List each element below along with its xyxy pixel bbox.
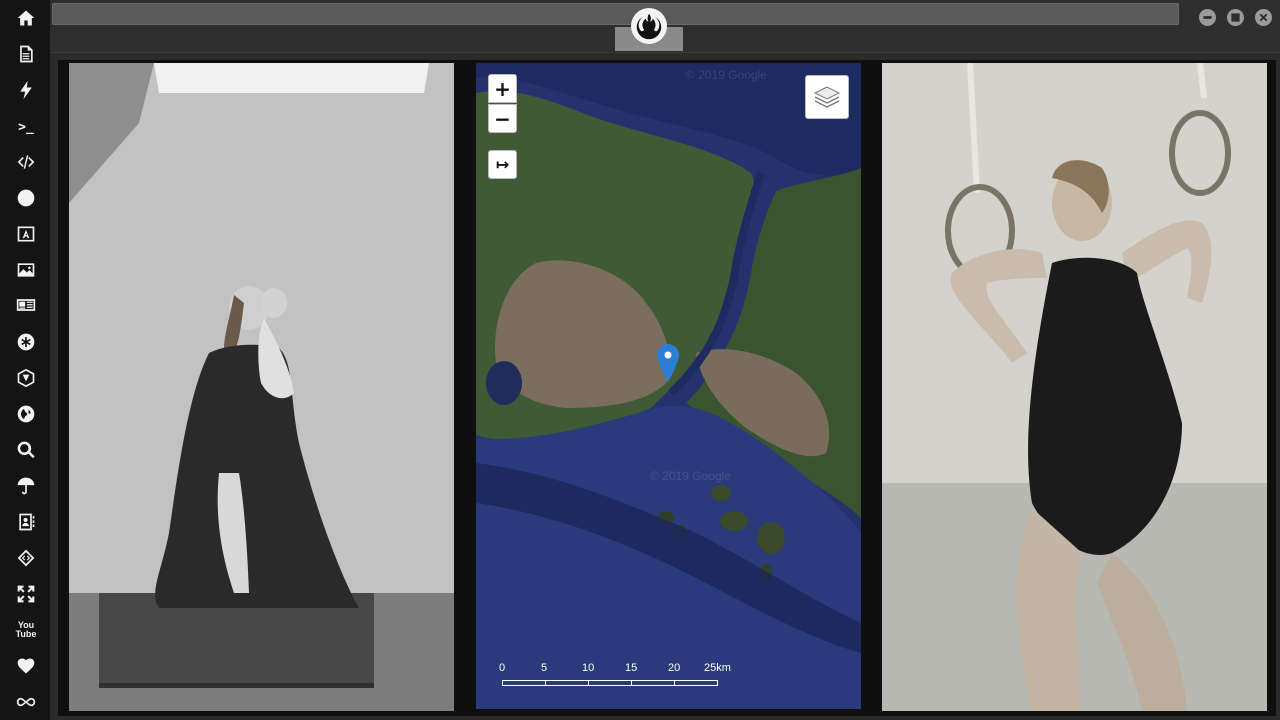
zoom-out-button[interactable]: − xyxy=(488,104,517,133)
terminal-label: >_ xyxy=(18,119,34,135)
play-icon[interactable] xyxy=(13,185,39,211)
map-copyright-top: © 2019 Google xyxy=(686,68,767,82)
expand-icon[interactable] xyxy=(13,581,39,607)
lightning-icon[interactable] xyxy=(13,77,39,103)
map-panel[interactable] xyxy=(476,63,861,709)
globe-icon[interactable] xyxy=(13,401,39,427)
minimize-icon xyxy=(1203,16,1212,19)
scale-label-15: 15 xyxy=(625,662,638,674)
photo-panel-right[interactable] xyxy=(882,63,1267,711)
rebel-logo-icon xyxy=(636,13,662,40)
code-icon[interactable] xyxy=(13,149,39,175)
search-icon[interactable] xyxy=(13,437,39,463)
photo-mother-child xyxy=(69,63,454,711)
maximize-button[interactable] xyxy=(1227,9,1244,26)
home-icon[interactable] xyxy=(13,5,39,31)
scale-tick xyxy=(674,680,675,686)
scale-tick xyxy=(631,680,632,686)
title-bar xyxy=(50,0,1280,53)
newspaper-icon[interactable] xyxy=(13,292,39,318)
zoom-in-button[interactable]: + xyxy=(488,74,517,103)
scale-label-20: 20 xyxy=(668,662,681,674)
translate-icon[interactable] xyxy=(13,221,39,247)
map-marker[interactable] xyxy=(657,344,679,382)
terminal-icon[interactable]: >_ xyxy=(13,114,39,140)
rebel-alliance-logo xyxy=(631,8,667,44)
youtube-label: You Tube xyxy=(15,620,37,639)
layers-button[interactable] xyxy=(805,75,849,119)
scale-label-0: 0 xyxy=(499,662,506,674)
minimize-button[interactable] xyxy=(1199,9,1216,26)
scale-label-5: 5 xyxy=(541,662,548,674)
map-scale-bar xyxy=(502,680,718,686)
hexagon-icon[interactable] xyxy=(13,365,39,391)
scale-tick xyxy=(588,680,589,686)
map-copyright-mid: © 2019 Google xyxy=(650,469,731,483)
scale-tick xyxy=(545,680,546,686)
scale-label-10: 10 xyxy=(582,662,595,674)
map-pin-icon xyxy=(657,344,679,382)
address-input[interactable] xyxy=(52,3,1179,25)
infinity-icon[interactable] xyxy=(13,689,39,715)
umbrella-icon[interactable] xyxy=(13,473,39,499)
scale-label-25km: 25km xyxy=(704,662,731,674)
close-icon xyxy=(1259,13,1268,22)
fullscreen-toggle-button[interactable]: ↦ xyxy=(488,150,517,179)
heart-icon[interactable] xyxy=(13,653,39,679)
code-fork-icon[interactable] xyxy=(13,545,39,571)
photo-panel-left[interactable] xyxy=(69,63,454,711)
image-icon[interactable] xyxy=(13,257,39,283)
asterisk-icon[interactable] xyxy=(13,329,39,355)
contact-icon[interactable] xyxy=(13,509,39,535)
maximize-icon xyxy=(1231,13,1240,22)
photo-gymnast-rings xyxy=(882,63,1267,711)
youtube-icon[interactable]: You Tube xyxy=(13,617,39,643)
document-icon[interactable] xyxy=(13,41,39,67)
sidebar: >_ You Tube xyxy=(0,0,50,720)
layers-icon xyxy=(813,86,841,108)
satellite-map xyxy=(476,63,861,709)
close-button[interactable] xyxy=(1255,9,1272,26)
